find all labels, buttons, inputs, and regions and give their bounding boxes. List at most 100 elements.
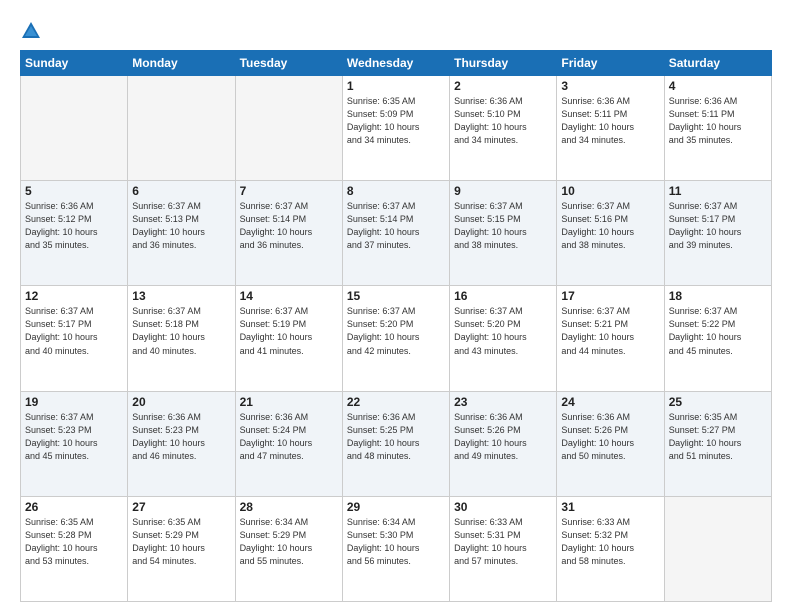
day-cell: 16 Sunrise: 6:37 AM Sunset: 5:20 PM Dayli… <box>450 286 557 391</box>
day-number: 19 <box>25 395 123 409</box>
day-info: Sunrise: 6:35 AM Sunset: 5:27 PM Dayligh… <box>669 411 767 463</box>
day-info: Sunrise: 6:33 AM Sunset: 5:31 PM Dayligh… <box>454 516 552 568</box>
day-info: Sunrise: 6:37 AM Sunset: 5:20 PM Dayligh… <box>454 305 552 357</box>
day-cell: 21 Sunrise: 6:36 AM Sunset: 5:24 PM Dayli… <box>235 391 342 496</box>
day-cell: 15 Sunrise: 6:37 AM Sunset: 5:20 PM Dayli… <box>342 286 449 391</box>
day-number: 31 <box>561 500 659 514</box>
day-number: 16 <box>454 289 552 303</box>
day-info: Sunrise: 6:36 AM Sunset: 5:26 PM Dayligh… <box>454 411 552 463</box>
day-info: Sunrise: 6:37 AM Sunset: 5:18 PM Dayligh… <box>132 305 230 357</box>
header <box>20 18 772 42</box>
day-cell: 25 Sunrise: 6:35 AM Sunset: 5:27 PM Dayli… <box>664 391 771 496</box>
week-row-3: 12 Sunrise: 6:37 AM Sunset: 5:17 PM Dayli… <box>21 286 772 391</box>
week-row-2: 5Sunrise: 6:36 AM Sunset: 5:12 PM Daylig… <box>21 181 772 286</box>
day-cell: 19 Sunrise: 6:37 AM Sunset: 5:23 PM Dayli… <box>21 391 128 496</box>
day-cell <box>21 76 128 181</box>
day-info: Sunrise: 6:37 AM Sunset: 5:23 PM Dayligh… <box>25 411 123 463</box>
day-cell: 6Sunrise: 6:37 AM Sunset: 5:13 PM Daylig… <box>128 181 235 286</box>
weekday-header-sunday: Sunday <box>21 51 128 76</box>
day-cell <box>664 496 771 601</box>
day-info: Sunrise: 6:37 AM Sunset: 5:14 PM Dayligh… <box>347 200 445 252</box>
day-number: 13 <box>132 289 230 303</box>
week-row-4: 19 Sunrise: 6:37 AM Sunset: 5:23 PM Dayli… <box>21 391 772 496</box>
day-info: Sunrise: 6:37 AM Sunset: 5:17 PM Dayligh… <box>669 200 767 252</box>
day-info: Sunrise: 6:36 AM Sunset: 5:26 PM Dayligh… <box>561 411 659 463</box>
day-info: Sunrise: 6:36 AM Sunset: 5:24 PM Dayligh… <box>240 411 338 463</box>
day-number: 1 <box>347 79 445 93</box>
day-cell: 8 Sunrise: 6:37 AM Sunset: 5:14 PM Daylig… <box>342 181 449 286</box>
day-cell: 29 Sunrise: 6:34 AM Sunset: 5:30 PM Dayli… <box>342 496 449 601</box>
day-cell: 17 Sunrise: 6:37 AM Sunset: 5:21 PM Dayli… <box>557 286 664 391</box>
day-cell: 7 Sunrise: 6:37 AM Sunset: 5:14 PM Daylig… <box>235 181 342 286</box>
day-number: 14 <box>240 289 338 303</box>
day-info: Sunrise: 6:34 AM Sunset: 5:29 PM Dayligh… <box>240 516 338 568</box>
day-cell: 30 Sunrise: 6:33 AM Sunset: 5:31 PM Dayli… <box>450 496 557 601</box>
day-number: 7 <box>240 184 338 198</box>
day-info: Sunrise: 6:37 AM Sunset: 5:20 PM Dayligh… <box>347 305 445 357</box>
weekday-header-wednesday: Wednesday <box>342 51 449 76</box>
day-info: Sunrise: 6:37 AM Sunset: 5:16 PM Dayligh… <box>561 200 659 252</box>
day-info: Sunrise: 6:37 AM Sunset: 5:17 PM Dayligh… <box>25 305 123 357</box>
day-info: Sunrise: 6:37 AM Sunset: 5:19 PM Dayligh… <box>240 305 338 357</box>
day-number: 27 <box>132 500 230 514</box>
day-number: 12 <box>25 289 123 303</box>
day-number: 28 <box>240 500 338 514</box>
day-number: 25 <box>669 395 767 409</box>
day-info: Sunrise: 6:36 AM Sunset: 5:25 PM Dayligh… <box>347 411 445 463</box>
day-cell: 4Sunrise: 6:36 AM Sunset: 5:11 PM Daylig… <box>664 76 771 181</box>
day-info: Sunrise: 6:37 AM Sunset: 5:22 PM Dayligh… <box>669 305 767 357</box>
day-number: 4 <box>669 79 767 93</box>
day-info: Sunrise: 6:36 AM Sunset: 5:10 PM Dayligh… <box>454 95 552 147</box>
day-number: 23 <box>454 395 552 409</box>
day-info: Sunrise: 6:37 AM Sunset: 5:15 PM Dayligh… <box>454 200 552 252</box>
day-number: 18 <box>669 289 767 303</box>
calendar-table: SundayMondayTuesdayWednesdayThursdayFrid… <box>20 50 772 602</box>
day-cell: 2 Sunrise: 6:36 AM Sunset: 5:10 PM Daylig… <box>450 76 557 181</box>
day-info: Sunrise: 6:35 AM Sunset: 5:29 PM Dayligh… <box>132 516 230 568</box>
day-info: Sunrise: 6:34 AM Sunset: 5:30 PM Dayligh… <box>347 516 445 568</box>
day-cell: 20 Sunrise: 6:36 AM Sunset: 5:23 PM Dayli… <box>128 391 235 496</box>
weekday-header-friday: Friday <box>557 51 664 76</box>
weekday-header-monday: Monday <box>128 51 235 76</box>
day-number: 26 <box>25 500 123 514</box>
day-cell: 3 Sunrise: 6:36 AM Sunset: 5:11 PM Daylig… <box>557 76 664 181</box>
day-info: Sunrise: 6:36 AM Sunset: 5:23 PM Dayligh… <box>132 411 230 463</box>
day-info: Sunrise: 6:36 AM Sunset: 5:11 PM Dayligh… <box>561 95 659 147</box>
week-row-1: 1 Sunrise: 6:35 AM Sunset: 5:09 PM Daylig… <box>21 76 772 181</box>
day-number: 8 <box>347 184 445 198</box>
day-cell: 22 Sunrise: 6:36 AM Sunset: 5:25 PM Dayli… <box>342 391 449 496</box>
day-number: 29 <box>347 500 445 514</box>
day-cell: 26 Sunrise: 6:35 AM Sunset: 5:28 PM Dayli… <box>21 496 128 601</box>
day-number: 3 <box>561 79 659 93</box>
day-number: 30 <box>454 500 552 514</box>
day-number: 17 <box>561 289 659 303</box>
day-cell: 23 Sunrise: 6:36 AM Sunset: 5:26 PM Dayli… <box>450 391 557 496</box>
day-cell: 31Sunrise: 6:33 AM Sunset: 5:32 PM Dayli… <box>557 496 664 601</box>
day-cell: 11Sunrise: 6:37 AM Sunset: 5:17 PM Dayli… <box>664 181 771 286</box>
day-cell: 9 Sunrise: 6:37 AM Sunset: 5:15 PM Daylig… <box>450 181 557 286</box>
day-cell: 1 Sunrise: 6:35 AM Sunset: 5:09 PM Daylig… <box>342 76 449 181</box>
day-cell <box>235 76 342 181</box>
day-info: Sunrise: 6:37 AM Sunset: 5:14 PM Dayligh… <box>240 200 338 252</box>
day-info: Sunrise: 6:37 AM Sunset: 5:13 PM Dayligh… <box>132 200 230 252</box>
day-number: 2 <box>454 79 552 93</box>
weekday-header-thursday: Thursday <box>450 51 557 76</box>
day-info: Sunrise: 6:35 AM Sunset: 5:09 PM Dayligh… <box>347 95 445 147</box>
week-row-5: 26 Sunrise: 6:35 AM Sunset: 5:28 PM Dayli… <box>21 496 772 601</box>
day-cell: 12 Sunrise: 6:37 AM Sunset: 5:17 PM Dayli… <box>21 286 128 391</box>
day-cell: 5Sunrise: 6:36 AM Sunset: 5:12 PM Daylig… <box>21 181 128 286</box>
day-number: 9 <box>454 184 552 198</box>
logo-icon <box>20 20 42 42</box>
day-number: 24 <box>561 395 659 409</box>
day-cell: 13 Sunrise: 6:37 AM Sunset: 5:18 PM Dayli… <box>128 286 235 391</box>
day-info: Sunrise: 6:35 AM Sunset: 5:28 PM Dayligh… <box>25 516 123 568</box>
day-cell: 24 Sunrise: 6:36 AM Sunset: 5:26 PM Dayli… <box>557 391 664 496</box>
day-info: Sunrise: 6:37 AM Sunset: 5:21 PM Dayligh… <box>561 305 659 357</box>
day-number: 20 <box>132 395 230 409</box>
day-number: 15 <box>347 289 445 303</box>
weekday-header-tuesday: Tuesday <box>235 51 342 76</box>
day-cell <box>128 76 235 181</box>
day-cell: 27 Sunrise: 6:35 AM Sunset: 5:29 PM Dayli… <box>128 496 235 601</box>
day-number: 21 <box>240 395 338 409</box>
day-number: 22 <box>347 395 445 409</box>
